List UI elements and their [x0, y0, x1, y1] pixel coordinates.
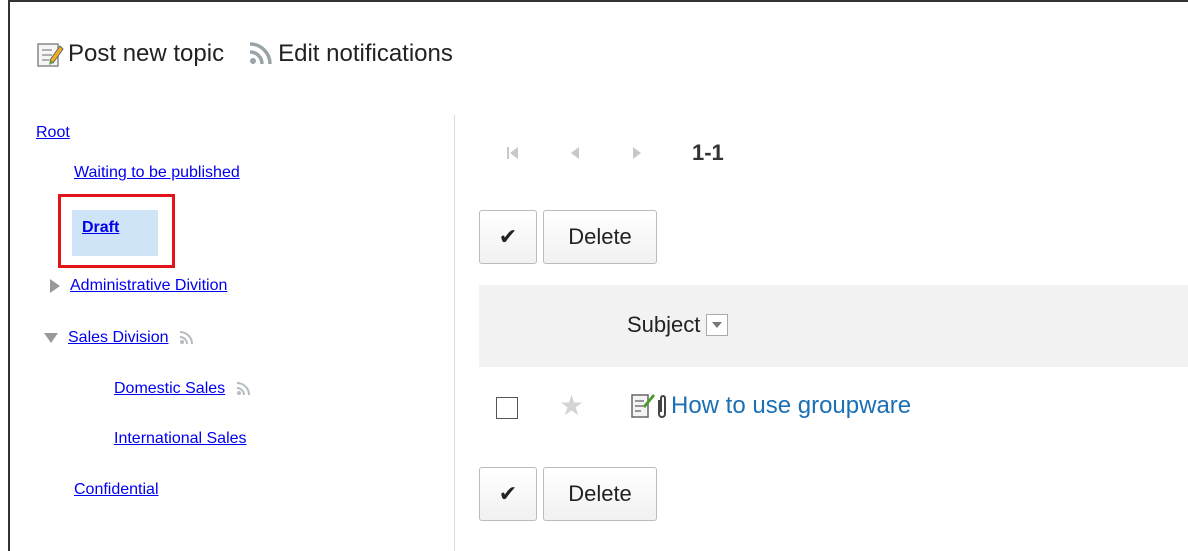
- next-page-icon[interactable]: [630, 145, 644, 161]
- caret-down-icon[interactable]: [44, 333, 58, 343]
- list-header: Subject: [479, 285, 1188, 367]
- subject-header-label: Subject: [627, 312, 701, 337]
- tree-item-waiting[interactable]: Waiting to be published: [74, 164, 240, 182]
- tree-item-draft-label[interactable]: Draft: [82, 219, 119, 237]
- subject-column-header[interactable]: Subject: [627, 312, 729, 338]
- tree-item-confidential[interactable]: Confidential: [74, 481, 159, 499]
- bottom-action-bar: ✔ Delete: [479, 467, 657, 521]
- row-checkbox[interactable]: [496, 397, 518, 419]
- tree-item-domestic-label[interactable]: Domestic Sales: [114, 380, 225, 398]
- topic-link[interactable]: How to use groupware: [671, 392, 911, 420]
- table-row[interactable]: ★ How to use groupware: [479, 380, 1188, 436]
- star-icon[interactable]: ★: [559, 392, 584, 420]
- rss-icon: [249, 42, 272, 65]
- edit-notifications-label: Edit notifications: [278, 40, 453, 67]
- pane-divider: [454, 115, 455, 551]
- rss-icon: [180, 331, 194, 345]
- delete-button[interactable]: Delete: [543, 467, 657, 521]
- select-all-button[interactable]: ✔: [479, 210, 537, 264]
- attachment-icon: [658, 395, 666, 418]
- memo-icon: [631, 394, 655, 418]
- first-page-icon[interactable]: [506, 145, 520, 161]
- tree-item-admin[interactable]: Administrative Divition: [50, 277, 227, 295]
- post-topic-icon: [37, 43, 64, 67]
- post-new-topic-button[interactable]: Post new topic: [36, 40, 224, 68]
- rss-icon: [237, 382, 251, 396]
- tree-item-sales[interactable]: Sales Division: [44, 329, 196, 347]
- prev-page-icon[interactable]: [568, 145, 582, 161]
- select-all-button[interactable]: ✔: [479, 467, 537, 521]
- tree-item-domestic[interactable]: Domestic Sales: [114, 380, 253, 398]
- pager: 1-1: [506, 140, 724, 166]
- sort-dropdown-icon[interactable]: [706, 314, 729, 336]
- row-icons: How to use groupware: [631, 392, 911, 420]
- tree-item-draft[interactable]: Draft: [82, 219, 119, 237]
- caret-right-icon[interactable]: [50, 279, 60, 293]
- tree-item-admin-label[interactable]: Administrative Divition: [70, 277, 227, 295]
- edit-notifications-button[interactable]: Edit notifications: [246, 40, 453, 68]
- top-action-bar: ✔ Delete: [479, 210, 657, 264]
- tree-item-confidential-label[interactable]: Confidential: [74, 481, 159, 499]
- delete-button[interactable]: Delete: [543, 210, 657, 264]
- tree-item-waiting-label[interactable]: Waiting to be published: [74, 164, 240, 182]
- page-range: 1-1: [692, 140, 724, 165]
- tree-item-international-label[interactable]: International Sales: [114, 430, 247, 448]
- toolbar: Post new topic Edit notifications: [36, 40, 453, 68]
- post-new-topic-label: Post new topic: [68, 40, 225, 67]
- tree-item-international[interactable]: International Sales: [114, 430, 247, 448]
- tree-item-root-label[interactable]: Root: [36, 124, 70, 142]
- tree-item-root[interactable]: Root: [36, 124, 70, 142]
- tree-item-sales-label[interactable]: Sales Division: [68, 329, 168, 347]
